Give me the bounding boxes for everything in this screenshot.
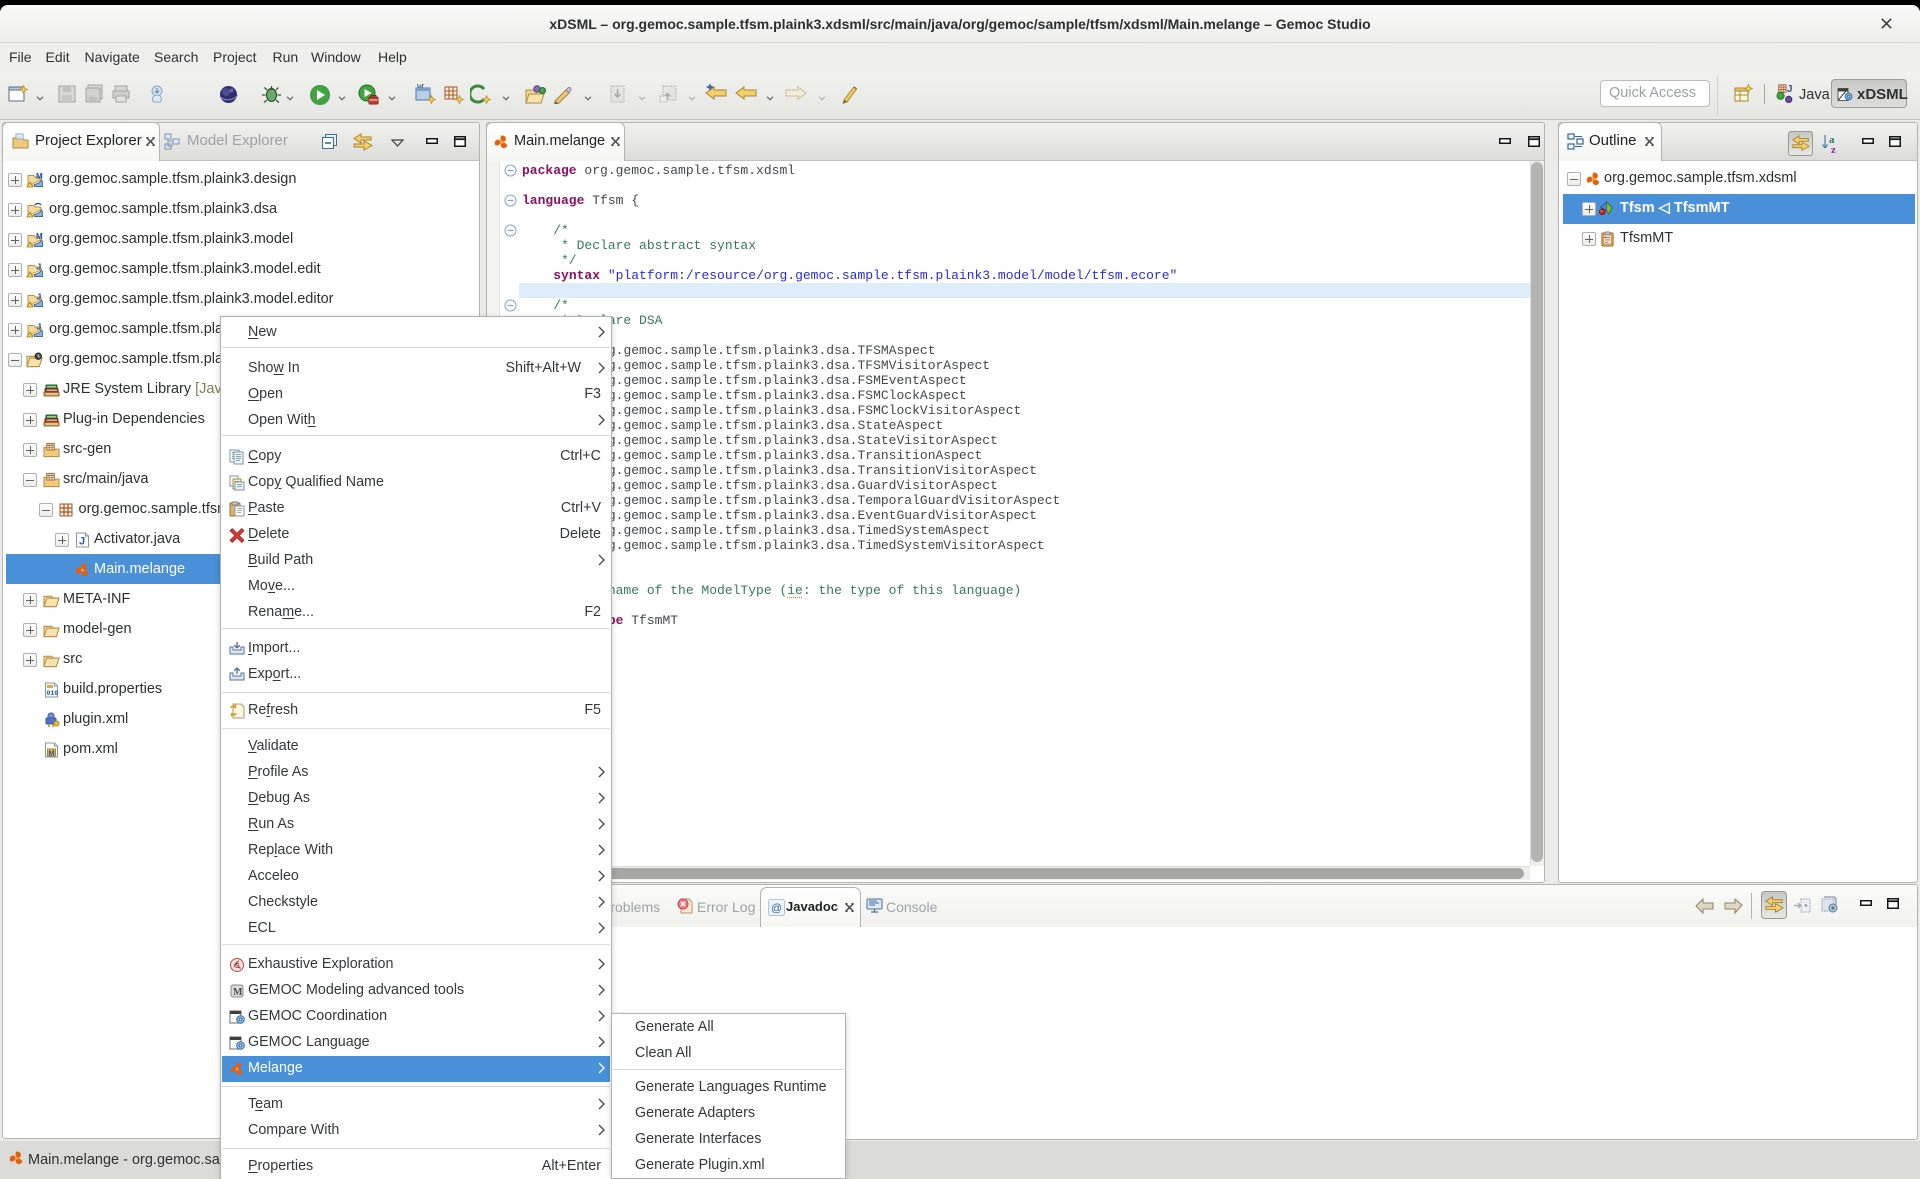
svg-text:J: J — [37, 322, 42, 332]
svg-text:010: 010 — [47, 690, 59, 697]
svg-text:@: @ — [771, 903, 782, 915]
svg-text:J: J — [1787, 84, 1793, 95]
svg-text:J: J — [37, 262, 42, 272]
svg-text:z: z — [1831, 144, 1836, 154]
svg-text:Gr: Gr — [417, 84, 425, 90]
svg-text:M: M — [36, 172, 43, 181]
svg-text:S: S — [235, 963, 240, 970]
svg-text:J: J — [79, 536, 85, 548]
svg-text:M: M — [36, 232, 43, 241]
svg-text:M: M — [233, 987, 243, 998]
svg-text:M: M — [49, 751, 55, 758]
svg-text:J: J — [37, 292, 42, 302]
